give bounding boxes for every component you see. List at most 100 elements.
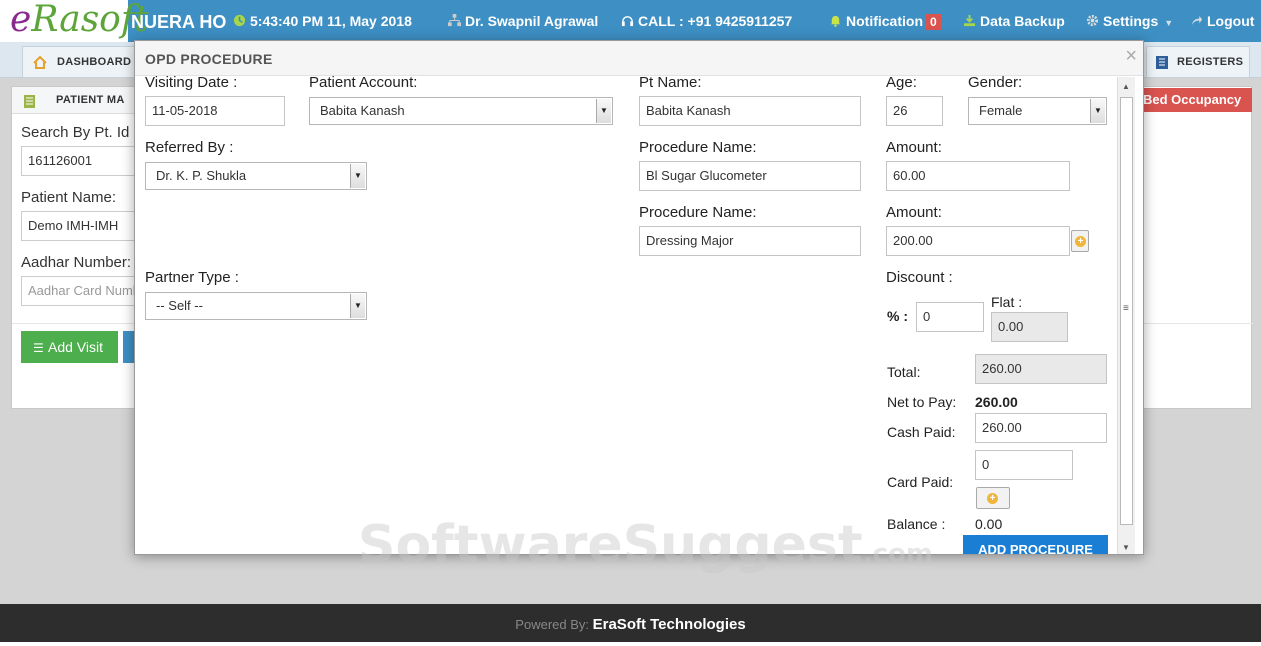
call-text: CALL : +91 9425911257 — [638, 13, 793, 29]
discount-percent-input[interactable]: 0 — [916, 302, 984, 332]
age-input[interactable]: 26 — [886, 96, 943, 126]
watermark-main: SoftwareSuggest — [358, 515, 863, 575]
aadhar-number-input[interactable]: Aadhar Card Numb — [21, 276, 136, 306]
data-backup-label: Data Backup — [980, 13, 1065, 29]
close-icon[interactable]: × — [1125, 45, 1137, 68]
add-visit-button[interactable]: ☰ Add Visit — [21, 331, 118, 363]
procedure-name-label: Procedure Name: — [639, 204, 757, 221]
discount-label: Discount : — [886, 269, 953, 286]
grip-icon: ≡ — [1123, 303, 1129, 314]
add-visit-label: Add Visit — [48, 339, 103, 355]
amount-input[interactable]: 200.00 — [886, 226, 1070, 256]
balance-value: 0.00 — [975, 516, 1003, 532]
nav-dashboard[interactable]: DASHBOARD — [22, 46, 140, 78]
nav-dashboard-label: DASHBOARD — [57, 56, 132, 68]
discount-flat-input[interactable]: 0.00 — [991, 312, 1068, 342]
chevron-down-icon: ▼ — [350, 164, 365, 188]
settings-label: Settings — [1103, 13, 1159, 29]
net-to-pay-label: Net to Pay: — [887, 394, 957, 410]
user-menu[interactable]: Dr. Swapnil Agrawal — [448, 13, 598, 29]
patient-name-input[interactable]: Demo IMH-IMH — [21, 211, 136, 241]
call-info: CALL : +91 9425911257 — [621, 13, 792, 29]
scroll-up-arrow-icon[interactable]: ▲ — [1122, 82, 1130, 91]
hospital-name: NUERA HO — [131, 12, 227, 32]
bell-icon — [830, 15, 841, 27]
gender-label: Gender: — [968, 74, 1023, 91]
total-label: Total: — [887, 364, 921, 380]
document-icon — [24, 95, 35, 108]
pt-name-input[interactable]: Babita Kanash — [639, 96, 861, 126]
discount-flat-label: Flat : — [991, 294, 1023, 310]
top-header-bar: eRasoft NUERA HO 5:43:40 PM 11, May 2018… — [0, 0, 1261, 42]
user-tree-icon — [448, 14, 461, 27]
panel-tab[interactable]: PATIENT MA — [12, 87, 137, 114]
patient-account-value: Babita Kanash — [320, 103, 405, 118]
page-footer: Powered By: EraSoft Technologies — [0, 604, 1261, 642]
amount-input[interactable]: 60.00 — [886, 161, 1070, 191]
aadhar-number-label: Aadhar Number: — [21, 254, 132, 271]
scroll-thumb[interactable]: ≡ — [1120, 97, 1133, 525]
gender-value: Female — [979, 103, 1023, 118]
discount-percent-label: % : — [887, 308, 908, 324]
datetime-display: 5:43:40 PM 11, May 2018 — [233, 13, 412, 29]
settings-dropdown[interactable]: Settings ▼ — [1086, 13, 1173, 29]
card-paid-label: Card Paid: — [887, 474, 954, 490]
total-input[interactable]: 260.00 — [975, 354, 1107, 384]
nav-registers[interactable]: REGISTERS — [1146, 46, 1250, 78]
nav-registers-label: REGISTERS — [1177, 56, 1244, 68]
card-paid-input[interactable]: 0 — [975, 450, 1073, 480]
powered-by-label: Powered By: — [515, 617, 589, 632]
add-card-payment-button[interactable]: + — [976, 487, 1010, 509]
home-icon — [33, 56, 47, 69]
patient-account-label: Patient Account: — [309, 74, 418, 91]
clock-icon — [233, 14, 246, 27]
procedure-name-input[interactable]: Bl Sugar Glucometer — [639, 161, 861, 191]
visiting-date-label: Visiting Date : — [145, 74, 238, 91]
net-to-pay-value: 260.00 — [975, 394, 1018, 410]
notification-label: Notification — [846, 13, 923, 29]
modal-header: OPD PROCEDURE × — [135, 41, 1143, 76]
notification-button[interactable]: Notification 0 — [829, 13, 941, 30]
logout-button[interactable]: Logout — [1190, 13, 1254, 29]
cash-paid-input[interactable]: 260.00 — [975, 413, 1107, 443]
add-procedure-row-button[interactable]: + — [1071, 230, 1089, 252]
chevron-down-icon: ▼ — [596, 99, 611, 123]
partner-type-label: Partner Type : — [145, 269, 239, 286]
gender-select[interactable]: Female ▼ — [968, 97, 1107, 125]
add-procedure-button[interactable]: ADD PROCEDURE — [963, 535, 1108, 554]
procedure-name-label: Procedure Name: — [639, 139, 757, 156]
referred-by-label: Referred By : — [145, 139, 234, 156]
partner-type-select[interactable]: -- Self -- ▼ — [145, 292, 367, 320]
plus-circle-icon: + — [987, 493, 998, 504]
headset-icon — [621, 16, 634, 27]
register-book-icon — [1156, 56, 1168, 69]
scroll-down-arrow-icon[interactable]: ▼ — [1122, 543, 1130, 552]
app-logo[interactable]: eRasoft — [0, 0, 149, 42]
search-by-id-input[interactable]: 161126001 — [21, 146, 136, 176]
plus-circle-icon: + — [1075, 236, 1086, 247]
partner-type-value: -- Self -- — [156, 298, 203, 313]
gear-icon — [1086, 14, 1099, 27]
panel-title: PATIENT MA — [56, 94, 125, 106]
chevron-down-icon: ▼ — [350, 294, 365, 318]
caret-down-icon: ▼ — [1164, 18, 1174, 28]
chevron-down-icon: ▼ — [1090, 99, 1105, 123]
modal-scrollbar[interactable]: ▲ ≡ ▼ — [1117, 77, 1135, 554]
logout-label: Logout — [1207, 13, 1255, 29]
bed-occupancy-button[interactable]: Bed Occupancy — [1135, 88, 1252, 112]
share-arrow-icon — [1191, 15, 1203, 26]
search-by-id-label: Search By Pt. Id — [21, 124, 130, 141]
patient-account-select[interactable]: Babita Kanash ▼ — [309, 97, 613, 125]
referred-by-select[interactable]: Dr. K. P. Shukla ▼ — [145, 162, 367, 190]
cash-paid-label: Cash Paid: — [887, 424, 956, 440]
visiting-date-input[interactable]: 11-05-2018 — [145, 96, 285, 126]
watermark: SoftwareSuggest.com — [358, 515, 933, 575]
modal-title: OPD PROCEDURE — [145, 51, 273, 67]
opd-procedure-modal: OPD PROCEDURE × Visiting Date : 11-05-20… — [134, 40, 1144, 555]
data-backup-button[interactable]: Data Backup — [963, 13, 1065, 29]
company-name: EraSoft Technologies — [592, 616, 746, 633]
procedure-name-input[interactable]: Dressing Major — [639, 226, 861, 256]
pt-name-label: Pt Name: — [639, 74, 702, 91]
download-icon — [963, 14, 976, 27]
watermark-suffix: .com — [862, 539, 933, 569]
